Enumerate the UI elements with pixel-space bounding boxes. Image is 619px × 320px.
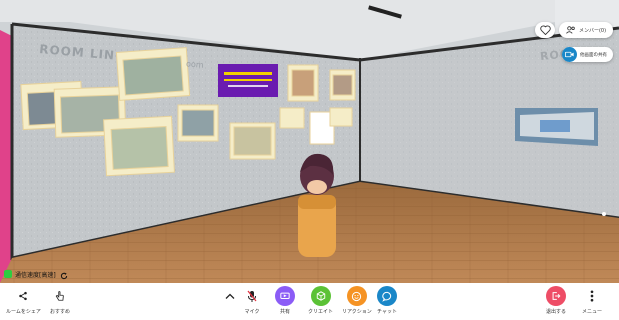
share-room-label: ルームをシェア [6, 309, 41, 315]
members-label: メンバー(0) [578, 27, 607, 34]
virtual-room-viewport[interactable]: ROOM LIN oom ROOM メンバー(0) 他画面の共有 通信速度[高速… [0, 0, 619, 283]
more-icon [582, 286, 602, 306]
like-button[interactable] [535, 22, 555, 38]
pink-side-wall [0, 30, 12, 283]
share-icon [13, 286, 33, 306]
exit-button[interactable]: 退出する [546, 286, 566, 315]
menu-button[interactable]: メニュー [582, 286, 602, 315]
members-button[interactable]: メンバー(0) [559, 22, 613, 38]
screen-share-icon [275, 286, 295, 306]
share-room-button[interactable]: ルームをシェア [6, 286, 41, 315]
expand-button[interactable] [220, 286, 240, 306]
exit-icon [546, 286, 566, 306]
reaction-label: リアクション [342, 309, 372, 315]
reload-icon[interactable] [60, 265, 68, 284]
chevron-up-icon [220, 286, 240, 306]
share-screen-label: 共有 [279, 309, 290, 315]
members-icon [566, 26, 575, 34]
create-label: クリエイト [308, 309, 334, 315]
floor-marker [602, 212, 606, 216]
reaction-button[interactable]: リアクション [342, 286, 372, 315]
exit-label: 退出する [546, 309, 567, 315]
share-screen-button[interactable]: 共有 [275, 286, 295, 315]
camera-icon [562, 47, 577, 62]
chat-button[interactable]: チャット [377, 286, 397, 315]
create-button[interactable]: クリエイト [308, 286, 333, 315]
wall-logo-left-tail: oom [185, 59, 204, 70]
screen-share-label: 他画面の共有 [580, 52, 607, 58]
connection-status: 通信速度[高速] [4, 267, 68, 281]
smile-icon [346, 286, 367, 306]
status-indicator [4, 270, 12, 278]
hand-pointer-icon [50, 286, 70, 306]
mic-label: マイク [244, 309, 260, 315]
create-icon [310, 286, 331, 306]
recommend-label: おすすめ [50, 309, 71, 315]
mic-off-icon [242, 286, 262, 306]
avatar-character [298, 153, 336, 257]
chat-label: チャット [377, 309, 397, 315]
heart-icon [539, 25, 551, 35]
connection-text: 通信速度[高速] [15, 271, 56, 279]
menu-label: メニュー [582, 309, 603, 315]
screen-share-pill[interactable]: 他画面の共有 [562, 47, 613, 62]
recommend-button[interactable]: おすすめ [50, 286, 70, 315]
chat-icon [377, 286, 397, 306]
bottom-toolbar: ルームをシェア おすすめ マイク 共有 クリエイト リアクション チャット 退出… [0, 283, 619, 320]
mic-button[interactable]: マイク [242, 286, 262, 315]
room-scene [0, 0, 619, 283]
